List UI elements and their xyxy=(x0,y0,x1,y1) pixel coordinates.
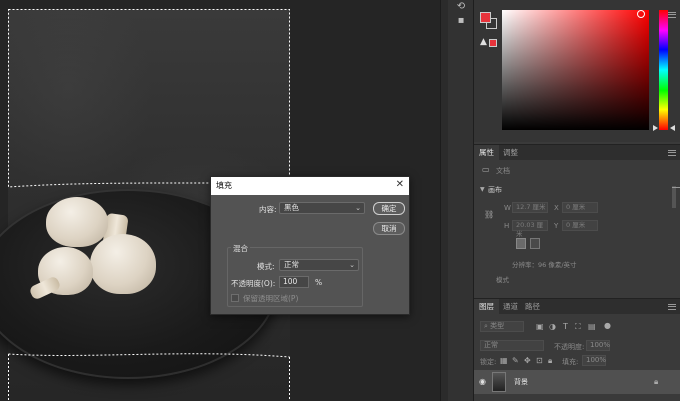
mushroom-cap xyxy=(90,234,156,294)
dialog-titlebar[interactable]: 填充 ✕ xyxy=(211,177,409,195)
blend-mode-select[interactable]: 正常 xyxy=(480,340,544,351)
collapse-arrow-icon[interactable]: ▼ xyxy=(480,185,485,195)
comment-icon[interactable]: ▪ xyxy=(452,14,470,28)
hue-slider[interactable] xyxy=(659,10,668,130)
layer-lock-icon[interactable]: 🔒︎ xyxy=(654,377,658,387)
layer-filter-select[interactable]: ⌕ 类型 xyxy=(480,321,524,332)
link-dimensions-icon[interactable]: ⛓ xyxy=(484,210,494,220)
history-icon[interactable]: ⟲ xyxy=(452,0,470,14)
tab-layers[interactable]: 图层 xyxy=(474,299,499,315)
canvas-section-label: 画布 xyxy=(488,186,502,194)
x-field[interactable]: 0 厘米 xyxy=(562,202,598,213)
hue-slider-handle-left[interactable] xyxy=(653,125,658,131)
filter-adjustment-icon[interactable]: ◑ xyxy=(549,322,556,332)
lock-transparent-icon[interactable]: ▦ xyxy=(500,356,508,366)
filter-type-icon[interactable]: T xyxy=(563,322,568,332)
foreground-color-swatch[interactable] xyxy=(480,12,491,23)
color-panel: ▲ xyxy=(474,0,680,142)
blending-group-label: 混合 xyxy=(231,243,250,254)
document-icon: ▭ xyxy=(482,165,490,174)
color-panel-menu-icon[interactable] xyxy=(668,12,676,18)
resolution-text: 分辨率：96 像素/英寸 xyxy=(512,261,577,269)
right-panels: ▲ 属性 调整 ▭ 文档 ▼ 画布 ⛓ W 12.7 厘米 X 0 厘米 H 2… xyxy=(474,0,680,401)
lock-all-icon[interactable]: 🔒︎ xyxy=(548,356,552,366)
chevron-down-icon: ⌄ xyxy=(355,204,361,212)
collapsed-panel-strip: ⟲ ▪ xyxy=(448,0,474,401)
tab-adjustments[interactable]: 调整 xyxy=(498,145,523,161)
color-picker-cursor[interactable] xyxy=(637,10,645,18)
opacity-label: 不透明度: xyxy=(554,343,585,351)
filter-shape-icon[interactable]: ⛶ xyxy=(575,322,581,332)
scroll-indicator xyxy=(672,186,680,208)
close-icon[interactable]: ✕ xyxy=(396,179,404,191)
opacity-field[interactable]: 100% xyxy=(586,340,610,351)
y-field[interactable]: 0 厘米 xyxy=(562,220,598,231)
gamut-color-swatch[interactable] xyxy=(489,39,497,47)
preserve-transparency-checkbox[interactable] xyxy=(231,294,239,302)
mushroom-cap xyxy=(46,197,108,247)
content-select[interactable]: 黑色 ⌄ xyxy=(279,202,365,214)
fill-field[interactable]: 100% xyxy=(582,355,606,366)
filter-kind-label: 类型 xyxy=(490,322,505,330)
layer-thumbnail xyxy=(492,372,506,392)
cancel-button[interactable]: 取消 xyxy=(373,222,405,235)
mode-label: 模式: xyxy=(257,262,275,271)
doc-label: 文档 xyxy=(496,167,510,175)
mode-label: 模式 xyxy=(496,276,509,284)
ok-button[interactable]: 确定 xyxy=(373,202,405,215)
x-label: X xyxy=(554,204,559,212)
gamut-warning-icon[interactable]: ▲ xyxy=(480,38,489,47)
panel-divider[interactable] xyxy=(440,0,448,401)
mode-select[interactable]: 正常 ⌄ xyxy=(279,259,359,271)
tab-properties[interactable]: 属性 xyxy=(474,145,499,161)
filter-pixel-icon[interactable]: ▣ xyxy=(536,322,544,332)
opacity-input[interactable]: 100 xyxy=(279,276,309,288)
properties-panel: ▭ 文档 ▼ 画布 ⛓ W 12.7 厘米 X 0 厘米 H 20.03 厘米 … xyxy=(474,160,680,296)
hue-slider-handle-right[interactable] xyxy=(670,125,675,131)
layers-menu-icon[interactable] xyxy=(668,304,676,310)
filter-toggle-icon[interactable]: ● xyxy=(604,321,611,331)
chevron-down-icon: ⌄ xyxy=(349,261,355,269)
preserve-transparency-label: 保留透明区域(P) xyxy=(243,294,299,303)
lock-brush-icon[interactable]: ✎ xyxy=(512,356,519,366)
layers-tabs: 图层 通道 路径 xyxy=(474,298,680,315)
mode-value: 正常 xyxy=(284,260,299,269)
properties-tabs: 属性 调整 xyxy=(474,144,680,161)
dialog-title: 填充 xyxy=(216,181,232,190)
layers-panel: ⌕ 类型 ▣ ◑ T ⛶ ▤ ● 正常 不透明度: 100% 锁定: ▦ ✎ ✥… xyxy=(474,314,680,401)
layer-name[interactable]: 背景 xyxy=(514,377,528,387)
opacity-label: 不透明度(O): xyxy=(231,279,276,288)
fill-label: 填充: xyxy=(562,358,579,366)
orientation-portrait-button[interactable] xyxy=(516,238,526,249)
lock-move-icon[interactable]: ✥ xyxy=(524,356,531,366)
w-label: W xyxy=(504,204,511,212)
filter-smart-object-icon[interactable]: ▤ xyxy=(588,322,596,332)
fill-dialog: 填充 ✕ 内容: 黑色 ⌄ 确定 取消 混合 模式: 正常 ⌄ 不透明度(O):… xyxy=(210,176,410,315)
h-label: H xyxy=(504,222,510,230)
layer-row-background[interactable]: ◉ 背景 🔒︎ xyxy=(474,370,680,394)
y-label: Y xyxy=(554,222,559,230)
visibility-eye-icon[interactable]: ◉ xyxy=(479,377,486,387)
content-value: 黑色 xyxy=(284,203,299,212)
orientation-landscape-button[interactable] xyxy=(530,238,540,249)
lock-label: 锁定: xyxy=(480,358,497,366)
height-field[interactable]: 20.03 厘米 xyxy=(512,220,548,238)
saturation-value-field[interactable] xyxy=(502,10,649,130)
properties-menu-icon[interactable] xyxy=(668,150,676,156)
opacity-unit: % xyxy=(315,278,323,287)
tab-paths[interactable]: 路径 xyxy=(520,299,545,315)
lock-artboard-icon[interactable]: ⊡ xyxy=(536,356,543,366)
width-field[interactable]: 12.7 厘米 xyxy=(512,202,548,213)
content-label: 内容: xyxy=(259,205,277,214)
